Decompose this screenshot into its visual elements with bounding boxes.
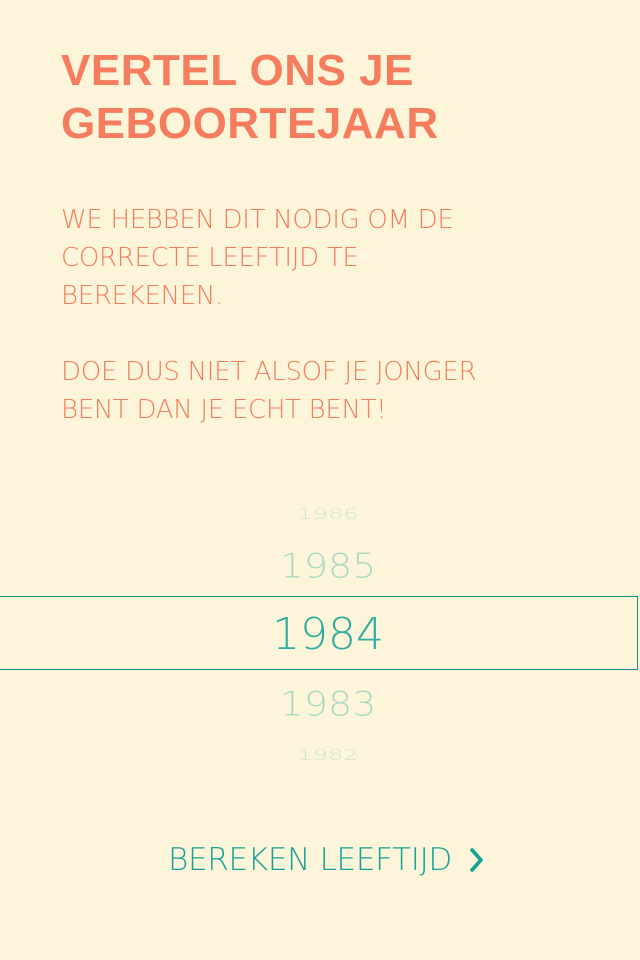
year-option[interactable]: 1986 (0, 505, 640, 522)
selected-year[interactable]: 1984 (0, 611, 640, 659)
warning-paragraph: DOE DUS NIET ALSOF JE JONGER BENT DAN JE… (61, 353, 601, 429)
page-title-line: VERTEL ONS JE (61, 46, 414, 95)
calculate-age-button[interactable]: BEREKEN LEEFTIJD (168, 838, 486, 882)
warning-line: BENT DAN JE ECHT BENT! (61, 395, 387, 425)
warning-line: DOE DUS NIET ALSOF JE JONGER (61, 357, 477, 387)
intro-line: CORRECTE LEEFTIJD TE (61, 243, 359, 273)
chevron-right-icon (470, 848, 483, 872)
page-title: VERTEL ONS JE GEBOORTEJAAR (61, 44, 601, 150)
year-option[interactable]: 1985 (0, 547, 640, 586)
intro-paragraph: WE HEBBEN DIT NODIG OM DE CORRECTE LEEFT… (61, 201, 601, 315)
year-option[interactable]: 1983 (0, 685, 640, 724)
intro-line: WE HEBBEN DIT NODIG OM DE (61, 205, 454, 235)
page-title-line: GEBOORTEJAAR (61, 99, 439, 148)
intro-line: BEREKENEN. (61, 281, 224, 311)
calculate-age-label: BEREKEN LEEFTIJD (168, 842, 452, 878)
year-option[interactable]: 1982 (0, 746, 640, 763)
